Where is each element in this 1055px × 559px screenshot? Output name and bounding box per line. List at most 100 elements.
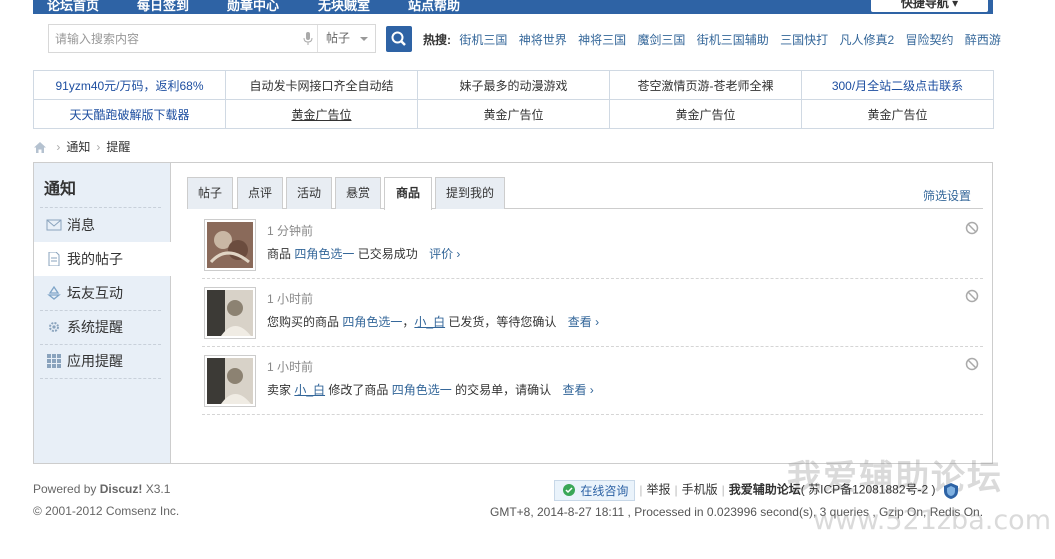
notice-text: 卖家: [267, 383, 292, 397]
hot-word[interactable]: 醉西游: [965, 33, 1001, 47]
microphone-icon[interactable]: [303, 32, 313, 46]
nav-site-help[interactable]: 站点帮助: [408, 0, 460, 14]
review-link[interactable]: 评价 ›: [429, 247, 460, 261]
tab-rewards[interactable]: 悬赏: [335, 177, 381, 209]
sidebar-item-label: 应用提醒: [67, 353, 123, 369]
nav-forum-home[interactable]: 论坛首页: [47, 0, 99, 14]
ad-link[interactable]: 天天酷跑破解版下载器: [33, 99, 226, 129]
search-input[interactable]: [49, 25, 299, 52]
online-consult-button[interactable]: 在线咨询: [554, 480, 636, 501]
notice-time: 1 小时前: [267, 292, 314, 306]
user-link[interactable]: 小_白: [414, 315, 445, 329]
hot-search-label: 热搜:: [423, 33, 451, 47]
caret-down-icon: [360, 37, 368, 41]
sidebar-item-messages[interactable]: 消息: [34, 208, 171, 242]
separator: |: [639, 482, 643, 497]
divider: [40, 378, 161, 379]
hot-word[interactable]: 凡人修真2: [840, 33, 895, 47]
powered-by: Powered by Discuz! X3.1: [33, 482, 170, 496]
notice-message: 您购买的商品 四角色选一，小_白 已发货，等待您确认 查看 ›: [267, 313, 599, 330]
tab-comments[interactable]: 点评: [237, 177, 283, 209]
tab-mentions[interactable]: 提到我的: [435, 177, 505, 209]
sidebar-item-apps[interactable]: 应用提醒: [34, 344, 171, 378]
notice-item: 1 小时前 您购买的商品 四角色选一，小_白 已发货，等待您确认 查看 ›: [202, 279, 983, 347]
search-button[interactable]: [386, 26, 412, 52]
hot-word[interactable]: 街机三国: [459, 33, 507, 47]
breadcrumb-notice[interactable]: 通知: [66, 140, 90, 154]
shield-icon[interactable]: [943, 482, 959, 500]
view-link[interactable]: 查看 ›: [562, 383, 593, 397]
sidebar-item-interaction[interactable]: 坛友互动: [34, 276, 171, 310]
quick-nav-button[interactable]: 快捷导航 ▾: [871, 0, 988, 12]
quick-nav-label: 快捷导航: [900, 0, 949, 10]
avatar[interactable]: [204, 287, 256, 339]
breadcrumb-reminder[interactable]: 提醒: [106, 140, 130, 154]
filter-settings-link[interactable]: 筛选设置: [923, 187, 971, 204]
nav-daily-signin[interactable]: 每日签到: [137, 0, 189, 14]
sidebar-item-my-posts[interactable]: 我的帖子: [34, 242, 172, 276]
ad-link[interactable]: 黄金广告位: [417, 99, 610, 129]
recycle-icon: [47, 286, 61, 300]
hot-word[interactable]: 冒险契约: [906, 33, 954, 47]
mobile-link[interactable]: 手机版: [682, 483, 718, 497]
ignore-icon[interactable]: [965, 289, 979, 303]
grid-icon: [47, 354, 61, 368]
footer-links: 在线咨询 | 举报 | 手机版 | 我爱辅助论坛( 苏ICP备12081882号-2 ): [554, 480, 959, 502]
sidebar: 通知 消息 我的帖子 坛友互动 系统提醒 应用提醒: [34, 163, 172, 463]
notice-time: 1 分钟前: [267, 224, 314, 238]
nav-extra[interactable]: 无块贼室: [318, 0, 370, 14]
ad-link[interactable]: 黄金广告位: [225, 99, 418, 129]
user-link[interactable]: 小_白: [294, 383, 325, 397]
goods-link[interactable]: 四角色选一: [294, 247, 354, 261]
notice-text: 您购买的商品: [267, 315, 340, 329]
nav-medal-center[interactable]: 勋章中心: [227, 0, 279, 14]
avatar[interactable]: [204, 355, 256, 407]
view-link[interactable]: 查看 ›: [568, 315, 599, 329]
icp-link[interactable]: ( 苏ICP备12081882号-2 ): [801, 483, 936, 497]
ad-link[interactable]: 300/月全站二级点击联系: [801, 70, 994, 100]
ad-link[interactable]: 自动发卡网接口齐全自动结: [225, 70, 418, 100]
ad-link[interactable]: 黄金广告位: [609, 99, 802, 129]
chevron-right-icon: ›: [96, 140, 101, 154]
version-text: X3.1: [142, 482, 171, 496]
site-name-link[interactable]: 我爱辅助论坛: [729, 483, 801, 497]
tab-goods[interactable]: 商品: [384, 177, 432, 210]
search-type-select[interactable]: 帖子: [317, 25, 376, 52]
avatar[interactable]: [204, 219, 256, 271]
hot-word[interactable]: 魔剑三国: [637, 33, 685, 47]
separator: |: [721, 482, 725, 497]
ad-link[interactable]: 妹子最多的动漫游戏: [417, 70, 610, 100]
top-navigation-bar: 论坛首页 每日签到 勋章中心 无块贼室 站点帮助 快捷导航 ▾: [33, 0, 993, 14]
search-icon: [391, 31, 406, 46]
report-link[interactable]: 举报: [646, 483, 670, 497]
hot-word[interactable]: 神将三国: [578, 33, 626, 47]
tab-posts[interactable]: 帖子: [187, 177, 233, 209]
sidebar-item-system[interactable]: 系统提醒: [34, 310, 171, 344]
tab-activities[interactable]: 活动: [286, 177, 332, 209]
hot-word[interactable]: 街机三国辅助: [697, 33, 769, 47]
sidebar-item-label: 系统提醒: [67, 319, 123, 335]
home-icon[interactable]: [33, 141, 47, 154]
discuz-link[interactable]: Discuz!: [100, 482, 143, 496]
notice-text: 的交易单，请确认: [455, 383, 552, 397]
notice-text: ，: [402, 315, 415, 329]
goods-link[interactable]: 四角色选一: [392, 383, 452, 397]
ad-link[interactable]: 91yzm40元/万码，返利68%: [33, 70, 226, 100]
notice-message: 卖家 小_白 修改了商品 四角色选一 的交易单，请确认 查看 ›: [267, 381, 594, 398]
hot-word[interactable]: 三国快打: [780, 33, 828, 47]
notice-item: 1 分钟前 商品 四角色选一 已交易成功 评价 ›: [202, 211, 983, 279]
ad-link[interactable]: 黄金广告位: [801, 99, 994, 129]
notification-panel: 通知 消息 我的帖子 坛友互动 系统提醒 应用提醒 帖子 点评 活动 悬赏 商品…: [33, 162, 993, 464]
search-type-value: 帖子: [326, 31, 351, 45]
goods-link[interactable]: 四角色选一: [342, 315, 402, 329]
ad-link[interactable]: 苍空激情页游-苍老师全裸: [609, 70, 802, 100]
ad-links-table: 91yzm40元/万码，返利68% 自动发卡网接口齐全自动结 妹子最多的动漫游戏…: [33, 70, 994, 129]
ignore-icon[interactable]: [965, 221, 979, 235]
hot-search-bar: 热搜: 街机三国 神将世界 神将三国 魔剑三国 街机三国辅助 三国快打 凡人修真…: [423, 31, 1009, 48]
ignore-icon[interactable]: [965, 357, 979, 371]
hot-word[interactable]: 神将世界: [519, 33, 567, 47]
sidebar-item-label: 消息: [67, 217, 95, 233]
sidebar-item-label: 坛友互动: [67, 285, 123, 301]
watermark-url: www.521zba.com: [813, 505, 1051, 536]
notice-text: 修改了商品: [328, 383, 389, 397]
